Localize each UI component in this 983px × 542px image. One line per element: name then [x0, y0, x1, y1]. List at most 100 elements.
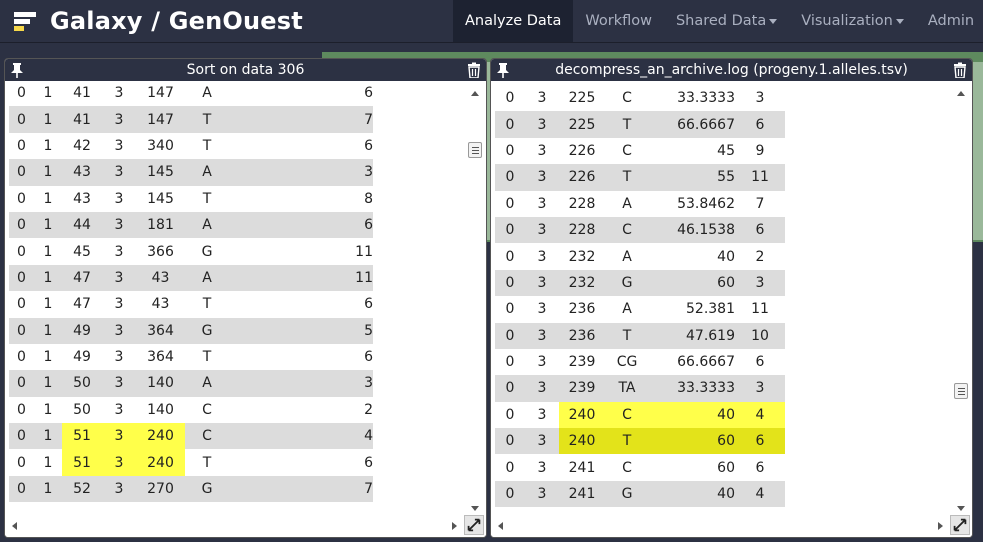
table-cell: T: [622, 169, 632, 186]
table-cell: 0: [505, 248, 515, 265]
table-cell: 0: [17, 322, 26, 339]
table-cell: 6: [364, 349, 373, 366]
nav-item-shared-data[interactable]: Shared Data: [664, 0, 789, 42]
frame-left-header[interactable]: Sort on data 306: [5, 59, 486, 81]
table-cell: 6: [735, 428, 785, 455]
table-row: 0 3 239 CG 66.6667 6: [495, 348, 785, 376]
table-cell: 147: [147, 111, 174, 128]
table-cell: 47: [73, 269, 91, 286]
trash-icon[interactable]: [467, 62, 481, 78]
expand-icon[interactable]: [950, 515, 970, 535]
trash-icon[interactable]: [953, 62, 967, 78]
table-cell: 11: [355, 269, 373, 286]
table-cell: 45: [73, 243, 91, 260]
scroll-left-icon[interactable]: [12, 522, 17, 530]
table-cell: 43: [151, 296, 170, 313]
table-cell: 0: [505, 433, 515, 450]
table-cell: G: [621, 486, 633, 503]
table-cell: 6: [364, 137, 373, 154]
scroll-thumb[interactable]: [468, 142, 482, 158]
table-cell: A: [202, 269, 212, 286]
scroll-thumb[interactable]: [954, 383, 968, 399]
table-cell: 0: [505, 354, 515, 371]
table-cell: 0: [17, 85, 26, 102]
scroll-left-icon[interactable]: [498, 522, 503, 530]
table-cell: 3: [114, 111, 124, 128]
table-cell: G: [201, 243, 213, 260]
scroll-right-icon[interactable]: [452, 522, 457, 530]
scroll-down-icon[interactable]: [471, 506, 479, 511]
table-cell: C: [605, 401, 649, 429]
left-horizontal-scrollbar[interactable]: [9, 518, 460, 532]
table-row: 0 3 241 C 60 6: [495, 454, 785, 481]
table-cell: 0: [505, 222, 515, 239]
table-cell: 3: [114, 190, 124, 207]
frame-right-body: 0 3 225 C 33.3333 3 0 3 225 T 66.6667 6 0 3 226 C 45 9 0 3 2…: [491, 83, 972, 537]
table-cell: 3: [102, 449, 136, 476]
table-row: 0 1 44 3 181 A 6: [9, 211, 373, 239]
table-cell: 228: [568, 195, 596, 212]
table-cell: 0: [505, 274, 515, 291]
table-cell: 42: [73, 137, 91, 154]
table-cell: 53.8462: [677, 195, 735, 212]
nav-item-label: Shared Data: [675, 13, 767, 29]
pin-icon[interactable]: [10, 62, 24, 78]
table-cell: 3: [102, 423, 136, 450]
frame-right: decompress_an_archive.log (progeny.1.all…: [490, 58, 973, 538]
table-cell: 0: [505, 195, 515, 212]
table-cell: 3: [114, 296, 124, 313]
nav-item-label: Workflow: [585, 13, 652, 29]
expand-icon[interactable]: [464, 515, 484, 535]
table-cell: 6: [755, 354, 765, 371]
table-cell: 270: [147, 481, 174, 498]
table-cell: 364: [147, 349, 174, 366]
table-cell: 232: [568, 274, 596, 291]
table-cell: 0: [505, 406, 515, 423]
scroll-up-icon[interactable]: [957, 91, 965, 96]
nav-item-workflow[interactable]: Workflow: [573, 0, 664, 42]
table-cell: 0: [17, 454, 26, 471]
table-cell: 3: [537, 406, 547, 423]
table-row: 0 3 241 G 40 4: [495, 480, 785, 508]
table-cell: 3: [537, 327, 547, 344]
frame-left-title: Sort on data 306: [186, 62, 305, 78]
table-cell: 1: [43, 111, 53, 128]
table-cell: 1: [43, 401, 53, 418]
brand[interactable]: Galaxy / GenOuest: [14, 5, 303, 37]
table-cell: 1: [43, 296, 53, 313]
table-cell: T: [202, 349, 212, 366]
table-cell: 3: [114, 481, 124, 498]
table-cell: 1: [43, 217, 53, 234]
table-cell: A: [622, 248, 632, 265]
table-cell: 3: [537, 248, 547, 265]
table-row: 0 1 42 3 340 T 6: [9, 132, 373, 160]
nav-item-admin[interactable]: Admin: [916, 0, 983, 42]
scroll-right-icon[interactable]: [938, 522, 943, 530]
nav-item-visualization[interactable]: Visualization: [789, 0, 916, 42]
right-horizontal-scrollbar[interactable]: [495, 518, 946, 532]
scroll-up-icon[interactable]: [471, 91, 479, 96]
table-row: 0 3 240 C 40 4: [495, 401, 785, 429]
table-cell: 40: [649, 401, 735, 429]
table-cell: 1: [43, 269, 53, 286]
table-cell: 1: [43, 349, 53, 366]
frame-right-header[interactable]: decompress_an_archive.log (progeny.1.all…: [491, 59, 972, 81]
table-cell: 1: [43, 164, 53, 181]
right-vertical-scrollbar[interactable]: [953, 85, 969, 517]
table-cell: 0: [17, 164, 26, 181]
table-cell: 8: [364, 190, 373, 207]
pin-icon[interactable]: [496, 62, 510, 78]
table-cell: 3: [114, 322, 124, 339]
nav-item-label: Analyze Data: [465, 13, 562, 29]
table-cell: 3: [537, 380, 547, 397]
table-cell: 3: [537, 274, 547, 291]
table-cell: A: [622, 301, 632, 318]
scroll-down-icon[interactable]: [957, 506, 965, 511]
left-vertical-scrollbar[interactable]: [467, 85, 483, 517]
table-cell: 43: [151, 269, 170, 286]
table-cell: 60: [717, 459, 735, 476]
nav-item-analyze-data[interactable]: Analyze Data: [453, 0, 574, 42]
table-cell: 0: [505, 327, 515, 344]
table-cell: A: [202, 217, 212, 234]
table-row: 0 3 226 T 55 11: [495, 164, 785, 191]
